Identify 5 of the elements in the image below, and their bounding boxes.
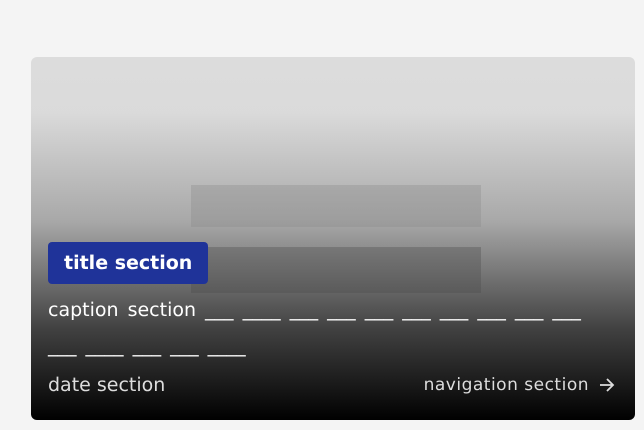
date-text: date section bbox=[48, 374, 166, 396]
caption-text: caption section ___ ____ ___ ___ ___ ___ ___ ___ ___ ___ ___ ____ ___ ___ ____ bbox=[48, 298, 582, 359]
title-badge: title section bbox=[48, 242, 208, 284]
navigation-link[interactable]: navigation section bbox=[424, 375, 615, 395]
arrow-right-icon bbox=[599, 377, 615, 393]
